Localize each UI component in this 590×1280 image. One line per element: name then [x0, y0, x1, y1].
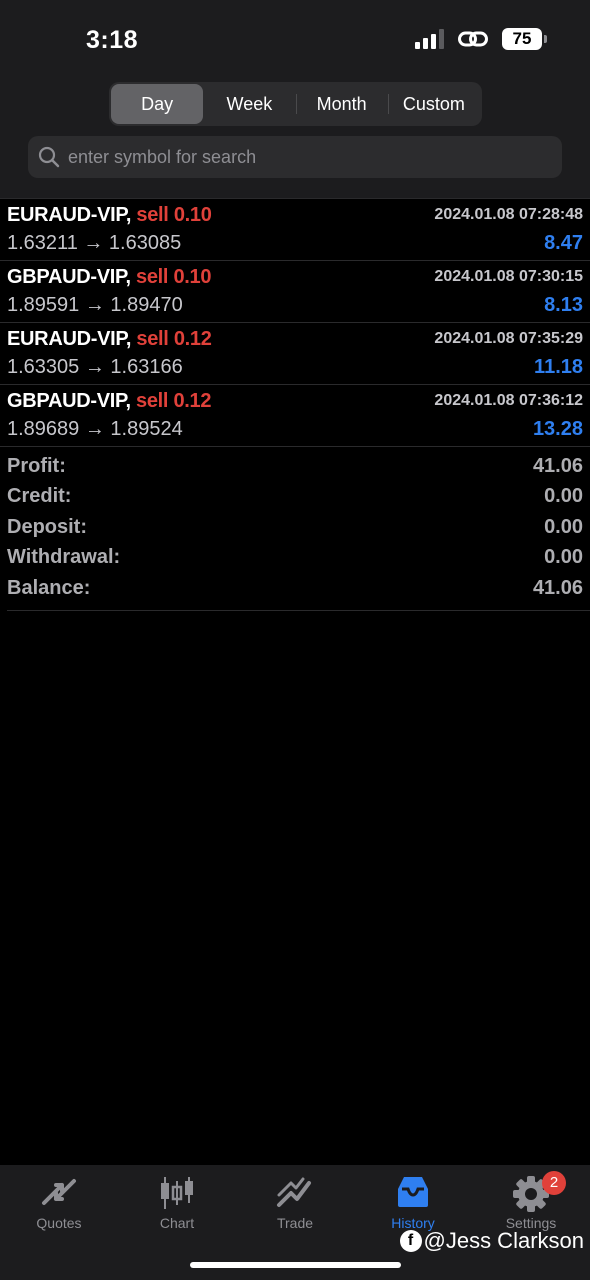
tab-label: Trade [276, 1215, 314, 1231]
home-indicator [190, 1262, 401, 1268]
summary-label: Balance: [7, 576, 91, 599]
summary-label: Credit: [7, 485, 72, 508]
account-summary: Profit: 41.06 Credit: 0.00 Deposit: 0.00 Wi… [0, 446, 590, 607]
summary-label: Withdrawal: [7, 546, 121, 569]
summary-label: Profit: [7, 455, 66, 477]
summary-row-withdrawal: Withdrawal: 0.00 [0, 546, 590, 576]
trade-symbol: EURAUD-VIP, [7, 204, 132, 226]
trade-icon [277, 1177, 311, 1207]
summary-value: 0.00 [544, 515, 583, 538]
status-time: 3:18 [86, 26, 139, 54]
trade-side: sell 0.12 [136, 328, 212, 350]
summary-value: 0.00 [544, 485, 583, 508]
tab-label: Chart [159, 1215, 195, 1231]
summary-value: 41.06 [532, 455, 583, 477]
trade-row[interactable]: EURAUD-VIP, sell 0.12 2024.01.08 07:35:2… [0, 322, 590, 384]
summary-row-deposit: Deposit: 0.00 [0, 516, 590, 546]
tab-quotes[interactable]: Quotes [0, 1165, 118, 1280]
link-icon [458, 31, 488, 47]
watermark: f @Jess Clarkson [399, 1228, 585, 1254]
tab-day[interactable]: Day [111, 84, 204, 124]
status-icons: 75 [415, 28, 547, 50]
tab-settings[interactable]: 2 Settings [472, 1165, 590, 1280]
trade-time: 2024.01.08 07:30:15 [434, 268, 583, 285]
trade-prices: 1.63211 → 1.63085 [7, 232, 182, 254]
cellular-signal-icon [415, 29, 444, 49]
battery-icon: 75 [502, 28, 547, 50]
history-icon [398, 1177, 428, 1207]
summary-value: 0.00 [544, 546, 583, 569]
trade-side: sell 0.10 [136, 204, 212, 226]
trade-symbol: GBPAUD-VIP, [7, 390, 131, 412]
trade-title: GBPAUD-VIP, sell 0.12 [7, 390, 211, 413]
facebook-icon: f [399, 1230, 422, 1252]
trade-title: EURAUD-VIP, sell 0.12 [7, 328, 212, 351]
trade-title: GBPAUD-VIP, sell 0.10 [7, 266, 211, 289]
trade-prices: 1.89689 → 1.89524 [7, 418, 183, 440]
search-input[interactable] [68, 146, 538, 168]
trade-history-list: EURAUD-VIP, sell 0.10 2024.01.08 07:28:4… [0, 198, 590, 446]
summary-row-profit: Profit: 41.06 [0, 455, 590, 485]
summary-row-credit: Credit: 0.00 [0, 485, 590, 515]
summary-value: 41.06 [532, 576, 583, 599]
trade-row[interactable]: EURAUD-VIP, sell 0.10 2024.01.08 07:28:4… [0, 198, 590, 260]
trade-row[interactable]: GBPAUD-VIP, sell 0.10 2024.01.08 07:30:1… [0, 260, 590, 322]
chart-icon [161, 1177, 193, 1209]
tab-month[interactable]: Month [295, 84, 388, 124]
divider [7, 610, 590, 611]
trade-prices: 1.63305 → 1.63166 [7, 356, 183, 378]
trade-profit: 13.28 [532, 418, 583, 440]
trade-time: 2024.01.08 07:35:29 [434, 330, 583, 347]
search-bar[interactable] [28, 136, 562, 178]
trade-title: EURAUD-VIP, sell 0.10 [7, 204, 212, 227]
trade-time: 2024.01.08 07:36:12 [434, 392, 583, 409]
notification-badge: 2 [542, 1171, 566, 1195]
trade-profit: 8.13 [544, 294, 583, 316]
trade-time: 2024.01.08 07:28:48 [434, 206, 583, 223]
tab-custom[interactable]: Custom [387, 84, 480, 124]
period-segmented-control: Day Week Month Custom [109, 82, 482, 126]
trade-profit: 8.47 [544, 232, 583, 254]
quotes-icon [42, 1179, 76, 1205]
tab-week[interactable]: Week [203, 84, 295, 124]
trade-row[interactable]: GBPAUD-VIP, sell 0.12 2024.01.08 07:36:1… [0, 384, 590, 446]
trade-prices: 1.89591 → 1.89470 [7, 294, 183, 316]
summary-row-balance: Balance: 41.06 [0, 577, 590, 607]
header: 3:18 75 Day Week Month Custom [0, 0, 590, 198]
trade-side: sell 0.10 [136, 266, 212, 288]
trade-symbol: GBPAUD-VIP, [7, 266, 131, 288]
watermark-text: @Jess Clarkson [423, 1228, 585, 1253]
tab-label: Quotes [36, 1215, 82, 1231]
search-icon [38, 146, 60, 168]
trade-side: sell 0.12 [136, 390, 212, 412]
trade-symbol: EURAUD-VIP, [7, 328, 132, 350]
trade-profit: 11.18 [534, 356, 583, 378]
summary-label: Deposit: [7, 515, 87, 538]
